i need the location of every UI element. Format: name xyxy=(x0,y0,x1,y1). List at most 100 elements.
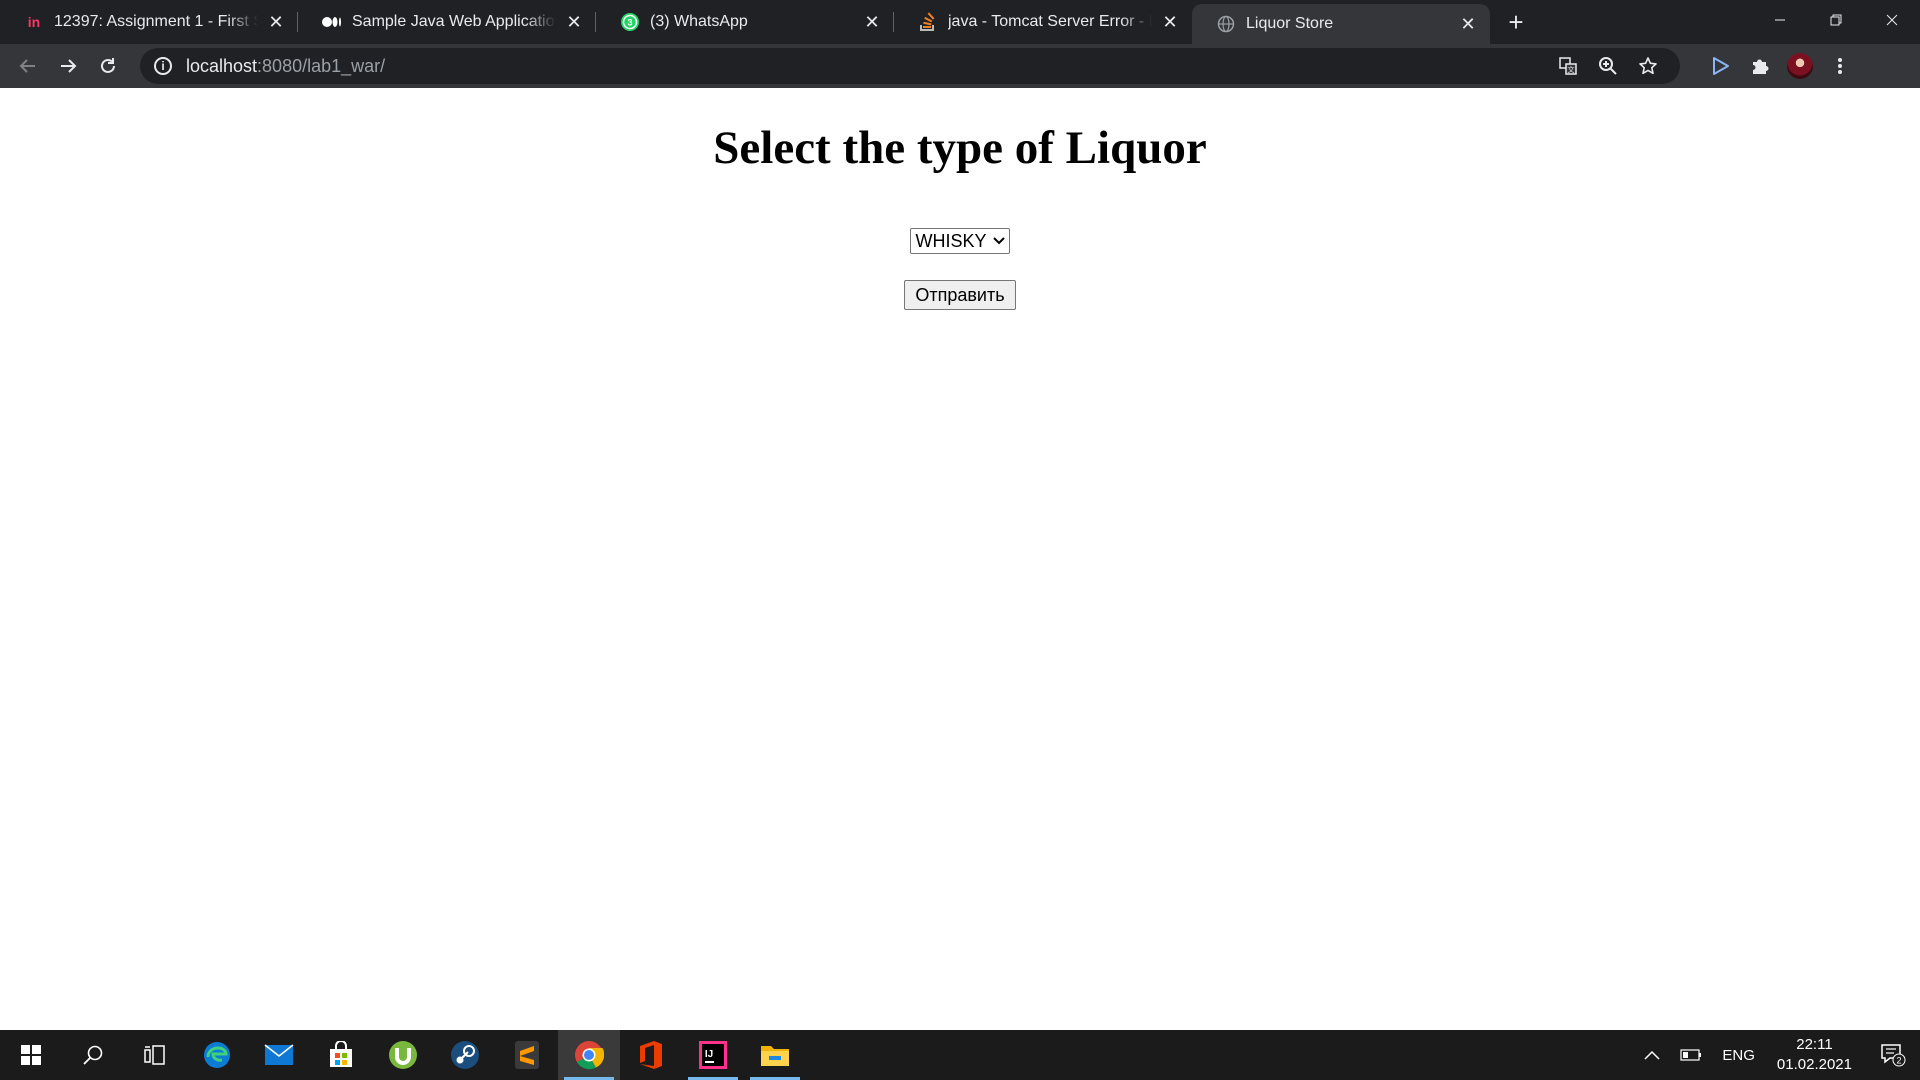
play-icon xyxy=(1713,57,1729,75)
search-icon xyxy=(83,1045,103,1065)
close-window-button[interactable] xyxy=(1864,0,1920,40)
mail-app[interactable] xyxy=(248,1030,310,1080)
new-tab-button[interactable]: + xyxy=(1496,0,1536,44)
tab-title: Sample Java Web Application using xyxy=(352,13,556,30)
chrome-app[interactable] xyxy=(558,1030,620,1080)
windows-icon xyxy=(21,1045,41,1065)
task-view-button[interactable] xyxy=(124,1030,186,1080)
browser-toolbar: i localhost:8080/lab1_war/ 文 xyxy=(0,44,1920,88)
reload-button[interactable] xyxy=(90,48,126,84)
url-host: localhost xyxy=(186,55,258,76)
tab-title: java - Tomcat Server Error - Port 8080 xyxy=(948,13,1152,30)
close-icon[interactable]: ✕ xyxy=(1458,14,1478,34)
chevron-down-icon xyxy=(992,237,1005,245)
clock-time: 22:11 xyxy=(1796,1036,1833,1053)
steam-icon xyxy=(451,1041,479,1069)
tab-whatsapp[interactable]: 3 (3) WhatsApp ✕ xyxy=(596,0,894,44)
tab-stackoverflow[interactable]: java - Tomcat Server Error - Port 8080 ✕ xyxy=(894,0,1192,44)
invision-icon: in xyxy=(27,14,41,30)
menu-button[interactable] xyxy=(1822,48,1858,84)
translate-button[interactable]: 文 xyxy=(1550,48,1586,84)
notifications-button[interactable]: 2 xyxy=(1864,1043,1920,1067)
globe-icon xyxy=(1216,14,1236,34)
toolbar-actions xyxy=(1698,48,1858,84)
notification-icon: 2 xyxy=(1881,1044,1906,1067)
back-button[interactable] xyxy=(10,48,46,84)
clock-date: 01.02.2021 xyxy=(1776,1056,1852,1073)
arrow-left-icon xyxy=(19,59,35,73)
extensions-button[interactable] xyxy=(1742,48,1778,84)
arrow-right-icon xyxy=(61,59,77,73)
chrome-icon xyxy=(575,1041,604,1070)
edge-app[interactable] xyxy=(186,1030,248,1080)
media-extension-button[interactable] xyxy=(1702,48,1738,84)
mail-icon xyxy=(264,1044,294,1065)
forward-button[interactable] xyxy=(50,48,86,84)
profile-button[interactable] xyxy=(1782,48,1818,84)
battery-icon xyxy=(1680,1049,1702,1061)
close-icon[interactable]: ✕ xyxy=(1160,12,1180,32)
utorrent-app[interactable] xyxy=(372,1030,434,1080)
intellij-app[interactable]: IJ xyxy=(682,1030,744,1080)
liquor-select-value: WHISKY xyxy=(915,230,987,251)
utorrent-icon xyxy=(389,1041,417,1069)
sublime-text-icon xyxy=(515,1041,539,1069)
start-button[interactable] xyxy=(0,1030,62,1080)
file-explorer-app[interactable] xyxy=(744,1030,806,1080)
puzzle-icon xyxy=(1753,59,1769,74)
restore-button[interactable] xyxy=(1808,0,1864,40)
bookmark-button[interactable] xyxy=(1630,48,1666,84)
avatar xyxy=(1787,53,1813,79)
tab-title: (3) WhatsApp xyxy=(650,13,748,30)
page-content: Select the type of Liquor WHISKY Отправи… xyxy=(0,88,1920,1030)
tab-title: Liquor Store xyxy=(1246,15,1334,32)
notification-count: 2 xyxy=(1896,1056,1901,1066)
store-icon xyxy=(330,1041,352,1067)
battery-button[interactable] xyxy=(1670,1049,1712,1061)
language-indicator[interactable]: ENG xyxy=(1712,1047,1765,1064)
close-icon[interactable]: ✕ xyxy=(564,12,584,32)
zoom-icon xyxy=(1599,57,1617,75)
steam-app[interactable] xyxy=(434,1030,496,1080)
omnibox-actions: 文 xyxy=(1546,48,1666,84)
zoom-button[interactable] xyxy=(1590,48,1626,84)
stackoverflow-icon xyxy=(918,12,938,32)
tab-sample-java[interactable]: Sample Java Web Application using ✕ xyxy=(298,0,596,44)
medium-icon xyxy=(322,12,342,32)
address-bar[interactable]: i localhost:8080/lab1_war/ 文 xyxy=(140,48,1680,84)
tab-strip: in 12397: Assignment 1 - First Servlet ✕… xyxy=(0,0,1920,44)
close-icon[interactable]: ✕ xyxy=(862,12,882,32)
clock[interactable]: 22:11 01.02.2021 xyxy=(1765,1035,1864,1075)
tab-title: 12397: Assignment 1 - First Servlet xyxy=(54,13,258,30)
sublime-text-app[interactable] xyxy=(496,1030,558,1080)
close-icon[interactable]: ✕ xyxy=(266,12,286,32)
screen: in 12397: Assignment 1 - First Servlet ✕… xyxy=(0,0,1920,1080)
window-controls xyxy=(1752,0,1920,40)
task-view-icon xyxy=(144,1045,165,1065)
reload-icon xyxy=(101,58,115,73)
tab-assignment[interactable]: in 12397: Assignment 1 - First Servlet ✕ xyxy=(0,0,298,44)
store-app[interactable] xyxy=(310,1030,372,1080)
submit-button[interactable]: Отправить xyxy=(904,280,1016,310)
minimize-button[interactable] xyxy=(1752,0,1808,40)
svg-text:文: 文 xyxy=(1568,65,1575,74)
chevron-up-icon xyxy=(1644,1050,1660,1060)
intellij-icon: IJ xyxy=(699,1041,727,1069)
office-icon xyxy=(640,1041,662,1069)
whatsapp-icon: 3 xyxy=(620,12,640,32)
svg-text:IJ: IJ xyxy=(705,1049,713,1060)
show-hidden-icons-button[interactable] xyxy=(1634,1050,1670,1060)
liquor-type-select[interactable]: WHISKY xyxy=(910,228,1010,254)
search-button[interactable] xyxy=(62,1030,124,1080)
tab-liquor-store[interactable]: Liquor Store ✕ xyxy=(1192,4,1490,44)
folder-icon xyxy=(761,1046,789,1066)
url-path: :8080/lab1_war/ xyxy=(257,55,386,76)
office-app[interactable] xyxy=(620,1030,682,1080)
windows-taskbar: IJ ENG 22:11 01.02.2021 2 xyxy=(0,1030,1920,1080)
info-icon[interactable]: i xyxy=(154,57,172,75)
more-vertical-icon xyxy=(1838,58,1842,74)
edge-icon xyxy=(204,1042,230,1068)
translate-icon: 文 xyxy=(1559,57,1577,75)
liquor-form: WHISKY Отправить xyxy=(0,228,1920,310)
whatsapp-badge: 3 xyxy=(627,18,632,28)
